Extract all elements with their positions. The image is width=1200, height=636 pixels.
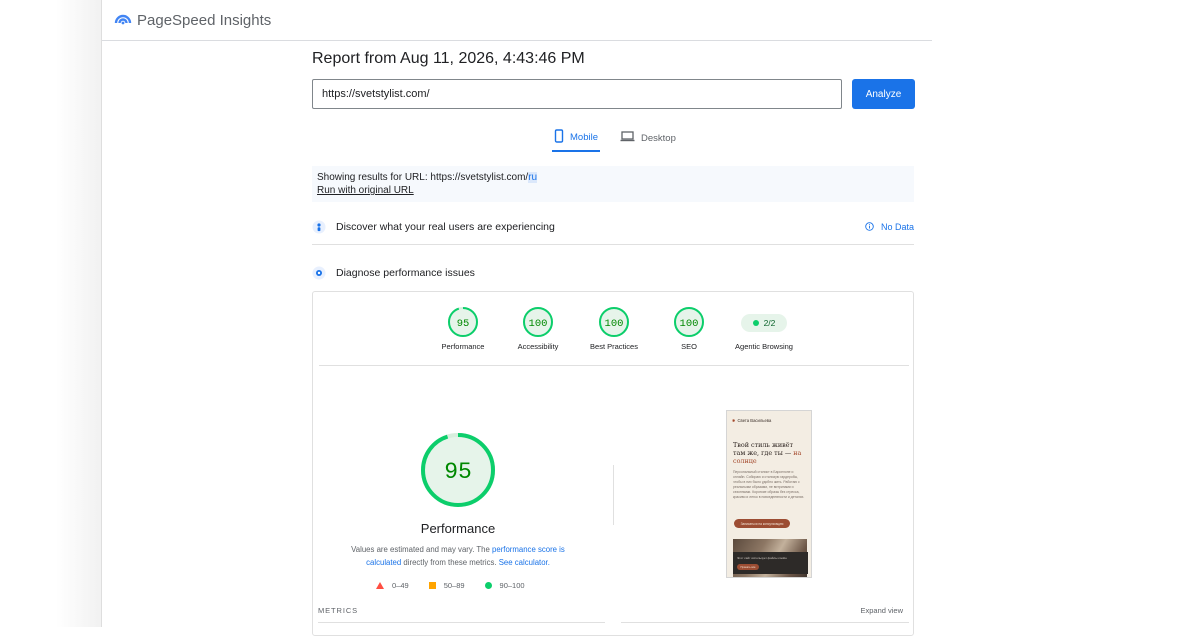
url-notice: Showing results for URL: https://svetsty… [312,166,914,202]
star-icon: ✱ [732,418,736,423]
gauge-seo-ring: 100 [674,307,704,337]
average-square-icon [428,582,436,589]
brand[interactable]: PageSpeed Insights [114,9,271,31]
gauge-best-practices-label: Best Practices [590,342,638,351]
analyze-button[interactable]: Analyze [852,79,915,109]
performance-big-gauge: 95 [421,433,495,507]
legend-pass-range: 90–100 [499,581,525,590]
laptop-icon [620,131,635,145]
run-original-url-link[interactable]: Run with original URL [317,185,414,196]
notice-url: https://svetstylist.com/ [430,172,529,183]
tab-desktop[interactable]: Desktop [620,124,676,152]
shot-site-name-text: Света Васильева [737,418,772,423]
left-panel-edge [101,0,102,627]
notice-prefix: Showing results for URL: [317,172,431,183]
legend-average: 50–89 [428,581,465,590]
shot-cta-button: Записаться на консультацию [734,519,790,528]
tab-desktop-label: Desktop [641,132,676,144]
gauge-best-practices-value: 100 [605,318,624,330]
shot-site-name: ✱ Света Васильева [732,418,771,423]
performance-big-label: Performance [420,521,496,536]
gauge-accessibility-label: Accessibility [517,342,559,351]
lab-icon [312,266,326,280]
agentic-pill: 2/2 [741,314,787,332]
shot-body-text: Персональный стилист в Барселоне и онлай… [733,470,805,500]
shot-headline: Твой стиль живёт там же, где ты — на сол… [733,441,807,466]
gauge-seo-value: 100 [680,318,699,330]
tab-mobile-label: Mobile [570,131,598,143]
pagespeed-logo-icon [114,11,132,30]
top-bar: PageSpeed Insights [102,0,932,41]
see-calculator-link[interactable]: See calculator. [499,558,550,567]
gauge-accessibility[interactable]: 100 Accessibility [498,306,578,351]
smartphone-icon [554,128,564,146]
notice-url-highlight: ru [528,172,538,183]
tab-mobile[interactable]: Mobile [552,124,600,152]
gauge-seo-label: SEO [681,342,697,351]
agentic-label: Agentic Browsing [735,342,793,351]
metrics-heading: METRICS [318,606,359,615]
notice-line: Showing results for URL: https://svetsty… [317,171,909,184]
gauge-accessibility-value: 100 [529,318,548,330]
gauge-agentic-browsing[interactable]: 2/2 Agentic Browsing [724,306,804,351]
section-discover[interactable]: Discover what your real users are experi… [312,212,914,242]
no-data-status[interactable]: No Data [865,221,914,233]
diagnose-panel: 95 Performance 100 Accessibility 100 Bes… [312,291,914,636]
section-divider [312,244,914,245]
info-icon [865,221,874,233]
page-screenshot-thumbnail[interactable]: ✱ Света Васильева Твой стиль живёт там же… [726,410,812,578]
left-background-panel [0,0,102,627]
legend-average-range: 50–89 [443,581,465,590]
performance-description: Values are estimated and may vary. The p… [343,544,573,569]
agentic-value: 2/2 [763,318,776,328]
shot-cookie-button: Принять все [737,564,759,570]
shot-headline-main: Твой стиль живёт там же, где ты — [733,441,793,458]
vertical-divider [613,465,614,525]
expand-view-toggle[interactable]: Expand view [860,606,903,615]
desc-text-2: directly from these metrics. [401,557,499,567]
gauge-performance-value: 95 [457,318,470,330]
metrics-divider-right [621,622,909,623]
legend-pass: 90–100 [484,581,525,590]
gauge-accessibility-ring: 100 [523,307,553,337]
no-data-label: No Data [880,222,914,232]
gauge-best-practices-ring: 100 [599,307,629,337]
performance-big-value: 95 [444,459,472,485]
desc-text-1: Values are estimated and may vary. The [351,545,493,554]
report-title: Report from Aug 11, 2026, 4:43:46 PM [312,50,585,67]
gauge-seo[interactable]: 100 SEO [649,306,729,351]
gauge-best-practices[interactable]: 100 Best Practices [574,306,654,351]
diagnose-title: Diagnose performance issues [336,267,475,279]
app-title: PageSpeed Insights [137,11,272,29]
panel-divider [319,365,909,366]
shot-cookie-text: Этот сайт использует файлы cookie [737,556,787,560]
discover-title: Discover what your real users are experi… [336,221,555,233]
url-input[interactable] [312,79,842,109]
legend-fail: 0–49 [376,581,409,590]
section-diagnose: Diagnose performance issues [312,258,914,288]
fail-triangle-icon [376,582,384,589]
gauge-performance-label: Performance [441,342,485,351]
users-icon [312,220,326,234]
score-legend: 0–49 50–89 90–100 [376,581,525,590]
pass-dot-icon [752,320,759,326]
gauge-performance[interactable]: 95 Performance [423,306,503,351]
legend-fail-range: 0–49 [392,581,409,590]
shot-cookie-banner: Этот сайт использует файлы cookie Принят… [733,552,808,574]
gauge-performance-ring: 95 [448,307,478,337]
pass-circle-icon [484,582,492,589]
metrics-divider-left [318,622,605,623]
